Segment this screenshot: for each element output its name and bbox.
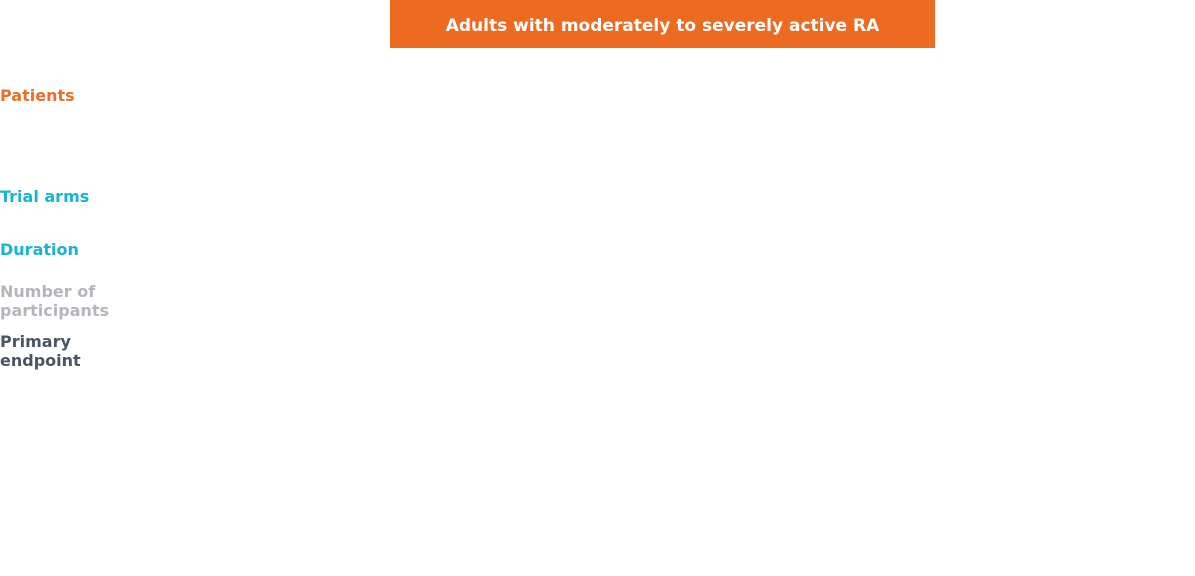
row-label-patients: Patients bbox=[0, 86, 75, 105]
population-header-box: Adults with moderately to severely activ… bbox=[390, 0, 935, 48]
row-label-number-of-participants: Number of participants bbox=[0, 282, 110, 320]
row-label-duration: Duration bbox=[0, 240, 79, 259]
row-label-trial-arms: Trial arms bbox=[0, 187, 90, 206]
row-label-primary-endpoint: Primary endpoint bbox=[0, 332, 81, 370]
population-header-text: Adults with moderately to severely activ… bbox=[445, 16, 880, 36]
